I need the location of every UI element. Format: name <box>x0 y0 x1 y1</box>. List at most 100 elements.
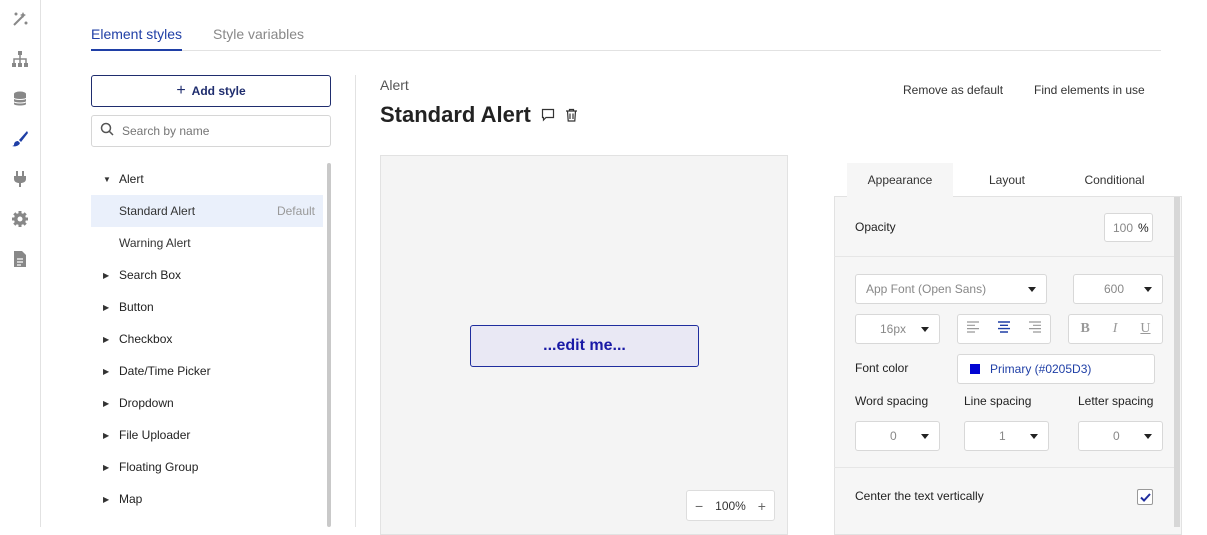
group-label: File Uploader <box>119 428 191 442</box>
property-panel <box>834 155 1182 535</box>
caret-right-icon: ▶ <box>103 334 110 344</box>
caret-right-icon: ▶ <box>103 462 110 472</box>
list-item-standard-alert[interactable]: Standard Alert Default <box>91 195 323 227</box>
trash-icon[interactable] <box>565 108 578 122</box>
caret-right-icon: ▶ <box>103 430 110 440</box>
line-spacing-value: 1 <box>999 429 1006 443</box>
search-icon <box>100 122 114 141</box>
font-color-picker[interactable]: Primary (#0205D3) <box>957 354 1155 384</box>
group-alert[interactable]: ▼ Alert <box>91 163 323 195</box>
zoom-in-icon[interactable]: + <box>758 498 766 514</box>
align-center-icon[interactable] <box>997 320 1011 338</box>
caret-right-icon: ▶ <box>103 302 110 312</box>
word-spacing-label: Word spacing <box>855 394 929 408</box>
tab-appearance[interactable]: Appearance <box>847 163 953 197</box>
caret-right-icon: ▶ <box>103 494 110 504</box>
group-dropdown[interactable]: ▶ Dropdown <box>91 387 323 419</box>
document-icon[interactable] <box>10 249 30 269</box>
text-align-group <box>957 314 1051 344</box>
font-family-value: App Font (Open Sans) <box>866 282 987 296</box>
add-style-button[interactable]: + Add style <box>91 75 331 107</box>
zoom-out-icon[interactable]: − <box>695 498 703 514</box>
font-color-value: Primary (#0205D3) <box>990 362 1092 376</box>
search-input[interactable] <box>122 124 312 138</box>
group-checkbox[interactable]: ▶ Checkbox <box>91 323 323 355</box>
add-style-label: Add style <box>191 84 246 98</box>
group-label: Date/Time Picker <box>119 364 211 378</box>
list-item-warning-alert[interactable]: Warning Alert <box>91 227 323 259</box>
font-size-select[interactable]: 16px <box>855 314 940 344</box>
search-box[interactable] <box>91 115 331 147</box>
caret-right-icon: ▶ <box>103 366 110 376</box>
tab-style-variables[interactable]: Style variables <box>213 26 304 42</box>
group-button[interactable]: ▶ Button <box>91 291 323 323</box>
opacity-input[interactable]: 100 % <box>1104 213 1153 242</box>
group-file-uploader[interactable]: ▶ File Uploader <box>91 419 323 451</box>
group-search-box[interactable]: ▶ Search Box <box>91 259 323 291</box>
group-label: Checkbox <box>119 332 173 346</box>
letter-spacing-label: Letter spacing <box>1078 394 1154 408</box>
opacity-unit: % <box>1138 220 1149 235</box>
align-right-icon[interactable] <box>1028 320 1042 338</box>
italic-icon[interactable]: I <box>1113 321 1118 337</box>
sidebar-scrollbar[interactable] <box>327 163 331 527</box>
plus-icon: + <box>176 82 186 99</box>
line-spacing-select[interactable]: 1 <box>964 421 1049 451</box>
chevron-down-icon <box>921 433 929 439</box>
checkmark-icon <box>1139 492 1151 502</box>
chevron-down-icon <box>1144 286 1152 292</box>
opacity-value: 100 <box>1113 220 1134 235</box>
font-family-select[interactable]: App Font (Open Sans) <box>855 274 1047 304</box>
word-spacing-value: 0 <box>890 429 897 443</box>
settings-icon[interactable] <box>10 209 30 229</box>
remove-as-default-button[interactable]: Remove as default <box>903 83 1003 97</box>
opacity-label: Opacity <box>855 220 896 234</box>
letter-spacing-select[interactable]: 0 <box>1078 421 1163 451</box>
word-spacing-select[interactable]: 0 <box>855 421 940 451</box>
style-title: Standard Alert <box>380 102 531 127</box>
panel-scrollbar[interactable] <box>1174 197 1180 527</box>
style-tabs: Element styles Style variables <box>91 20 1161 51</box>
font-size-value: 16px <box>880 322 907 336</box>
brush-icon[interactable] <box>10 129 30 149</box>
line-spacing-label: Line spacing <box>964 394 1032 408</box>
group-label: Map <box>119 492 143 506</box>
group-map[interactable]: ▶ Map <box>91 483 323 515</box>
page-title: Standard Alert <box>380 102 578 128</box>
color-swatch <box>970 364 980 374</box>
align-left-icon[interactable] <box>966 320 980 338</box>
bold-icon[interactable]: B <box>1080 321 1089 337</box>
tab-element-styles[interactable]: Element styles <box>91 26 183 51</box>
comment-icon[interactable] <box>541 108 555 122</box>
section-divider <box>834 467 1174 468</box>
default-badge: Default <box>276 204 315 218</box>
item-label: Standard Alert <box>119 204 196 218</box>
tab-layout[interactable]: Layout <box>954 163 1060 197</box>
chevron-down-icon <box>921 326 929 332</box>
left-nav-rail <box>0 0 41 527</box>
center-text-checkbox[interactable] <box>1137 489 1153 505</box>
zoom-control: − 100% + <box>686 490 775 521</box>
underline-icon[interactable]: U <box>1140 321 1150 337</box>
caret-right-icon: ▶ <box>103 398 110 408</box>
caret-down-icon: ▼ <box>103 174 111 184</box>
group-label: Button <box>119 300 154 314</box>
find-elements-button[interactable]: Find elements in use <box>1034 83 1145 97</box>
group-label: Dropdown <box>119 396 174 410</box>
style-list: ▼ Alert Standard Alert Default Warning Ale… <box>91 163 323 515</box>
design-icon[interactable] <box>10 9 30 29</box>
font-weight-select[interactable]: 600 <box>1073 274 1163 304</box>
letter-spacing-value: 0 <box>1113 429 1120 443</box>
font-color-label: Font color <box>855 361 909 375</box>
center-text-label: Center the text vertically <box>855 489 984 503</box>
plugin-icon[interactable] <box>10 169 30 189</box>
group-floating-group[interactable]: ▶ Floating Group <box>91 451 323 483</box>
chevron-down-icon <box>1030 433 1038 439</box>
database-icon[interactable] <box>10 89 30 109</box>
tab-conditional[interactable]: Conditional <box>1061 163 1168 197</box>
hierarchy-icon[interactable] <box>10 49 30 69</box>
group-label: Search Box <box>119 268 182 282</box>
divider <box>355 75 356 527</box>
alert-preview[interactable]: ...edit me... <box>470 325 699 367</box>
group-date-time-picker[interactable]: ▶ Date/Time Picker <box>91 355 323 387</box>
